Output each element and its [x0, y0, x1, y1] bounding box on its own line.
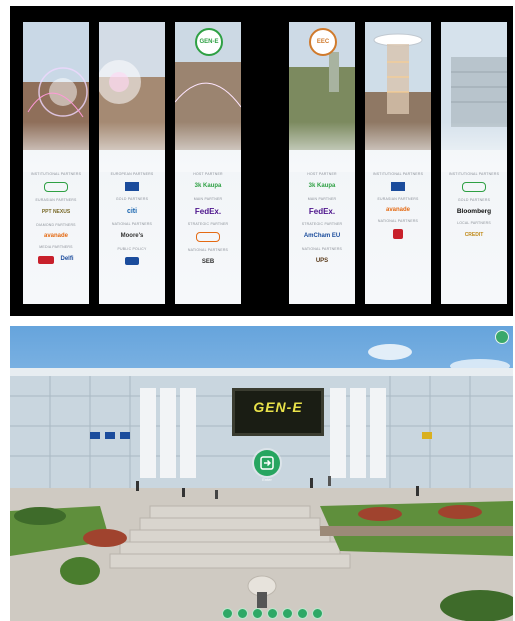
sponsor-category: National partners [111, 222, 153, 226]
sponsor-category: Eurasian partners [35, 198, 77, 202]
sponsor-category: Host partner [307, 172, 337, 176]
help-icon[interactable] [297, 608, 308, 619]
agenda-icon[interactable] [282, 608, 293, 619]
banner-3: GEN-E Host partner 3k Kaupa Main partner… [175, 22, 241, 304]
sponsor-category: Media partners [39, 245, 73, 249]
sponsor-logo[interactable]: 3k Kaupa [309, 182, 336, 191]
sponsor-category: Institutional partners [448, 172, 500, 176]
info-icon[interactable] [237, 608, 248, 619]
sponsor-logo[interactable]: AmCham EU [304, 232, 340, 241]
sponsor-logo[interactable] [38, 255, 55, 264]
banner-1: Institutional partners Eurasian partners… [23, 22, 89, 304]
venue-3d-view[interactable]: GEN-E Enter [10, 326, 513, 621]
sponsor-logo[interactable] [393, 229, 403, 239]
sponsor-category: Public policy [117, 247, 147, 251]
sponsor-category: Strategic partner [187, 222, 229, 226]
eu-flag-icon[interactable] [125, 182, 139, 191]
banner-4: EEC Host partner 3k Kaupa Main partner F… [289, 22, 355, 304]
fedex-logo[interactable]: FedEx. [195, 207, 221, 216]
bloomberg-logo[interactable]: Bloomberg [457, 208, 491, 215]
sponsor-logo[interactable] [44, 182, 68, 192]
screen-title: GEN-E [253, 399, 303, 415]
sponsor-logo[interactable]: UPS [316, 257, 328, 266]
banner-4-sponsors: Host partner 3k Kaupa Main partner FedEx… [289, 172, 355, 266]
sponsor-category: Local partners [457, 221, 491, 225]
sponsor-category: Institutional partners [372, 172, 424, 176]
sponsor-logo[interactable] [196, 232, 220, 242]
menu-button[interactable] [495, 330, 509, 344]
sponsor-logo[interactable]: avanade [386, 207, 410, 213]
sponsor-logo[interactable]: avanade [44, 233, 68, 239]
sponsor-logo[interactable] [462, 182, 486, 192]
enter-label: Enter [262, 477, 272, 482]
eec-badge: EEC [309, 28, 337, 56]
sponsor-logo[interactable] [125, 257, 139, 265]
sponsor-category: European partners [110, 172, 154, 176]
banner-1-sponsors: Institutional partners Eurasian partners… [23, 172, 89, 264]
fedex-logo[interactable]: FedEx. [309, 207, 335, 216]
banner-2-sponsors: European partners Gold partners citi Nat… [99, 172, 165, 265]
banner-2: European partners Gold partners citi Nat… [99, 22, 165, 304]
sponsor-logo[interactable]: Moore's [121, 232, 144, 241]
sponsor-category: National partners [301, 247, 343, 251]
sponsor-logo[interactable]: CREDIT [465, 231, 484, 240]
sponsor-category: Host partner [193, 172, 223, 176]
chat-icon[interactable] [267, 608, 278, 619]
sponsor-category: Main partner [193, 197, 223, 201]
sponsor-category: Strategic partner [301, 222, 343, 226]
sponsor-logo[interactable]: SEB [202, 258, 214, 267]
fullscreen-icon[interactable] [312, 608, 323, 619]
sponsor-category: Eurasian partners [377, 197, 419, 201]
sponsor-logo[interactable]: Delfi [60, 255, 73, 264]
sponsor-category: Gold partners [457, 198, 491, 202]
sponsor-logo[interactable]: PPT NEXUS [42, 208, 70, 217]
event-video-screen[interactable]: GEN-E [232, 388, 324, 436]
banner-3-sponsors: Host partner 3k Kaupa Main partner FedEx… [175, 172, 241, 267]
eu-flag-icon[interactable] [391, 182, 405, 191]
sponsor-category: Main partner [307, 197, 337, 201]
sponsor-category: National partners [377, 219, 419, 223]
sponsor-banners-panel: Institutional partners Eurasian partners… [10, 6, 513, 316]
gen-e-badge: GEN-E [195, 28, 223, 56]
banner-6-sponsors: Institutional partners Gold partners Blo… [441, 172, 507, 240]
sponsor-category: Gold partners [115, 197, 149, 201]
sponsor-logo[interactable]: 3k Kaupa [195, 182, 222, 191]
banner-5-sponsors: Institutional partners Eurasian partners… [365, 172, 431, 239]
sponsor-category: Diamond partners [36, 223, 76, 227]
enter-icon [260, 456, 274, 470]
banner-6: Institutional partners Gold partners Blo… [441, 22, 507, 304]
navigation-toolbar [222, 608, 323, 619]
sponsor-category: Institutional partners [30, 172, 82, 176]
banner-5: Institutional partners Eurasian partners… [365, 22, 431, 304]
sponsor-logo[interactable]: citi [127, 207, 137, 216]
home-icon[interactable] [222, 608, 233, 619]
enter-building-button[interactable] [254, 450, 280, 476]
sponsor-category: National partners [187, 248, 229, 252]
map-icon[interactable] [252, 608, 263, 619]
